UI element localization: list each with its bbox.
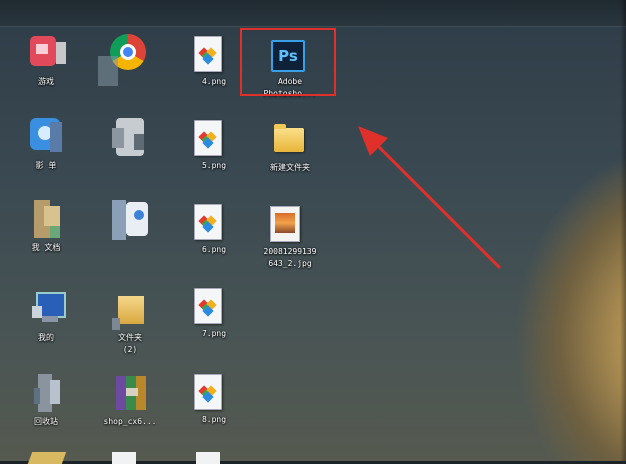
partial-icon-2 — [112, 452, 136, 464]
icon-label: 影 单 — [35, 161, 57, 170]
png-file-5[interactable]: 5.png — [182, 118, 246, 194]
icon-label: 新建文件夹 — [270, 163, 310, 172]
icon-label: 6.png — [201, 245, 227, 254]
jpg-file-icon — [270, 206, 300, 242]
png-file-icon — [194, 204, 222, 240]
partial-icon-1 — [27, 452, 67, 464]
icon-label: 我的 — [38, 333, 54, 342]
blurred-app-icon[interactable] — [98, 118, 162, 194]
partial-icon-3 — [196, 452, 220, 464]
icon-label: 回收站 — [34, 417, 58, 426]
game-app-icon[interactable]: 游戏 — [14, 34, 78, 110]
png-file-4[interactable]: 4.png — [182, 34, 246, 110]
folder-glyph — [112, 290, 150, 330]
icon-label: 8.png — [201, 415, 227, 424]
finder-app-glyph — [112, 200, 150, 240]
folder-icon — [274, 124, 304, 152]
highlight-box — [240, 28, 336, 96]
rar-archive-icon[interactable]: shop_cx6... — [98, 374, 162, 450]
png-file-icon — [194, 120, 222, 156]
icon-label: 5.png — [201, 161, 227, 170]
rar-archive-glyph — [112, 374, 150, 414]
png-file-6[interactable]: 6.png — [182, 202, 246, 278]
computer-icon[interactable]: 我的 — [14, 290, 78, 366]
game-app-glyph — [28, 34, 66, 74]
blurred-app-glyph — [112, 118, 150, 158]
icon-label: 我 文档 — [31, 243, 61, 252]
png-file-7[interactable]: 7.png — [182, 286, 246, 362]
window-edge — [620, 0, 626, 464]
documents-icon[interactable]: 我 文档 — [14, 200, 78, 276]
icon-label: 文件夹 (2) — [118, 333, 142, 354]
video-app-glyph — [28, 118, 66, 158]
icon-label: 7.png — [201, 329, 227, 338]
top-bar — [0, 0, 626, 27]
icon-label: 20081299139 643_2.jpg — [263, 247, 317, 268]
jpg-file[interactable]: 20081299139 643_2.jpg — [258, 204, 322, 280]
new-folder-2-icon[interactable]: 文件夹 (2) — [98, 290, 162, 366]
finder-app-icon[interactable] — [98, 200, 162, 276]
png-file-icon — [194, 374, 222, 410]
new-folder-icon[interactable]: 新建文件夹 — [258, 120, 322, 196]
computer-glyph — [28, 290, 66, 330]
recycle-bin-icon[interactable]: 回收站 — [14, 374, 78, 450]
icon-label: 游戏 — [38, 77, 54, 86]
recycle-bin-glyph — [28, 374, 66, 414]
video-app-icon[interactable]: 影 单 — [14, 118, 78, 194]
png-file-icon — [194, 288, 222, 324]
chrome-app-icon[interactable] — [98, 34, 162, 110]
png-file-8[interactable]: 8.png — [182, 372, 246, 448]
icon-label: shop_cx6... — [103, 417, 157, 426]
documents-glyph — [28, 200, 66, 240]
png-file-icon — [194, 36, 222, 72]
